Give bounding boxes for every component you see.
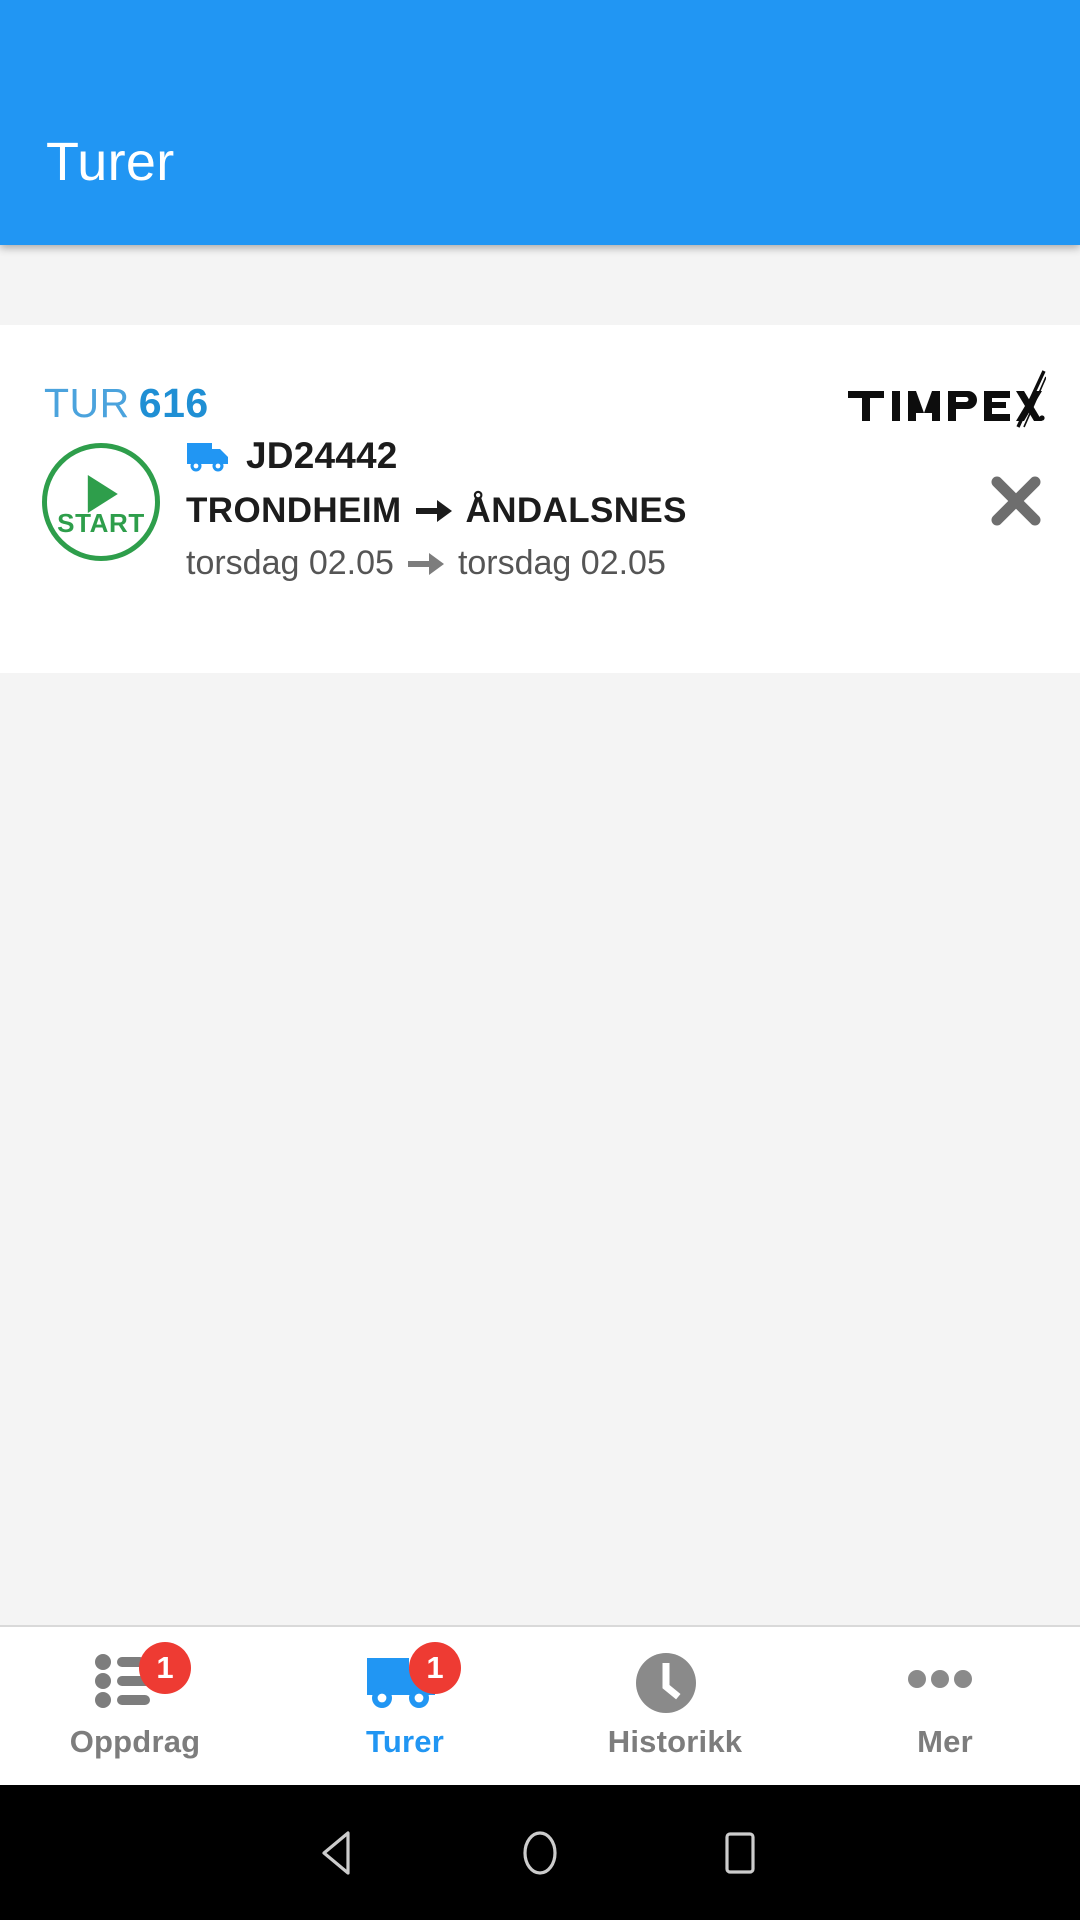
back-triangle-icon (322, 1830, 350, 1875)
start-button[interactable]: START (42, 443, 160, 561)
phone-screen: Turer TUR 616 START JD24442 TRONDHEIM ÅN… (0, 0, 1080, 1920)
trip-number-line: TUR 616 (44, 380, 209, 427)
badge-count: 1 (139, 1642, 191, 1694)
start-button-label: START (57, 508, 145, 538)
nav-home-button[interactable] (440, 1785, 640, 1920)
tab-oppdrag[interactable]: 1 Oppdrag (0, 1627, 270, 1785)
recents-square-icon (725, 1831, 755, 1874)
app-bar: Turer (0, 0, 1080, 245)
tab-label: Turer (366, 1724, 444, 1759)
vehicle-row: JD24442 (186, 433, 687, 479)
timpex-logo (848, 370, 1046, 428)
tab-label: Mer (917, 1724, 973, 1759)
home-circle-icon (523, 1830, 557, 1875)
tab-turer[interactable]: 1 Turer (270, 1627, 540, 1785)
arrow-right-icon (415, 500, 452, 522)
arrow-right-icon (407, 552, 444, 575)
truck-icon (187, 443, 228, 472)
nav-back-button[interactable] (240, 1785, 440, 1920)
close-icon[interactable] (988, 473, 1044, 529)
page-title: Turer (46, 132, 175, 192)
tab-icon-wrap (635, 1652, 715, 1714)
badge-count: 1 (409, 1642, 461, 1694)
tab-icon-wrap (905, 1652, 985, 1714)
trip-details: JD24442 TRONDHEIM ÅNDALSNES torsdag 02.0… (186, 433, 687, 583)
route-origin: TRONDHEIM (186, 491, 402, 530)
dates-row: torsdag 02.05 torsdag 02.05 (186, 544, 687, 583)
tab-label: Oppdrag (69, 1724, 201, 1759)
date-to: torsdag 02.05 (457, 544, 666, 582)
route-row: TRONDHEIM ÅNDALSNES (186, 491, 687, 531)
bottom-tab-bar: 1 Oppdrag 1 Turer Historikk Mer (0, 1625, 1080, 1785)
trip-number-value: 616 (138, 380, 209, 426)
tab-historikk[interactable]: Historikk (540, 1627, 810, 1785)
tab-icon-wrap: 1 (95, 1642, 191, 1714)
trip-list-scroll[interactable]: TUR 616 START JD24442 TRONDHEIM ÅNDALSNE… (0, 245, 1080, 1645)
tab-mer[interactable]: Mer (810, 1627, 1080, 1785)
nav-recents-button[interactable] (640, 1785, 840, 1920)
tab-label: Historikk (607, 1724, 743, 1759)
trip-card[interactable]: TUR 616 START JD24442 TRONDHEIM ÅNDALSNE… (0, 325, 1080, 673)
system-navigation-bar (0, 1785, 1080, 1920)
trip-number-label: TUR (44, 380, 130, 426)
route-destination: ÅNDALSNES (465, 491, 687, 530)
vehicle-ref: JD24442 (246, 435, 398, 476)
tab-icon-wrap: 1 (365, 1642, 461, 1714)
date-from: torsdag 02.05 (186, 544, 394, 582)
ellipsis-icon (908, 1670, 972, 1688)
clock-icon (636, 1653, 696, 1713)
